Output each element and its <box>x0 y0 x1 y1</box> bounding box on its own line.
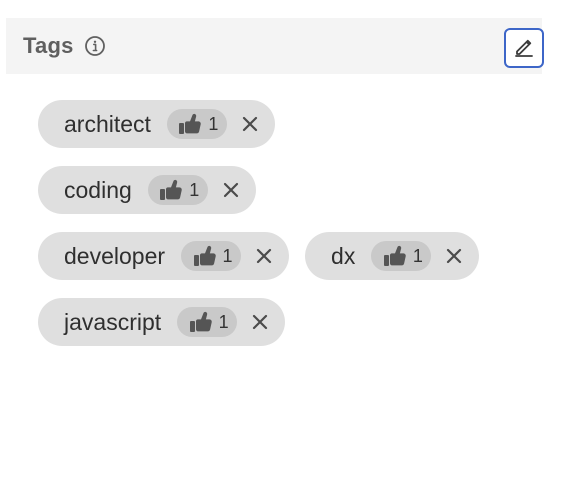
close-icon <box>256 248 272 264</box>
remove-tag-button[interactable] <box>239 113 261 135</box>
panel-header: Tags <box>6 18 544 74</box>
vote-button[interactable]: 1 <box>166 109 227 139</box>
close-icon <box>253 314 268 330</box>
vote-button[interactable]: 1 <box>147 175 208 205</box>
vote-button[interactable]: 1 <box>177 307 238 337</box>
thumbs-up-icon <box>175 110 205 138</box>
tag-row: javascript 1 <box>38 298 538 346</box>
tag-chip-coding: coding 1 <box>38 166 256 214</box>
tag-label: dx <box>331 242 356 269</box>
close-icon <box>447 248 462 264</box>
edit-tags-button[interactable] <box>504 28 544 68</box>
tag-chip-developer: developer 1 <box>38 232 290 280</box>
tag-row: architect 1 <box>38 100 538 148</box>
info-icon[interactable] <box>84 35 106 57</box>
thumbs-up-icon <box>380 242 410 270</box>
close-icon <box>223 182 238 198</box>
title-group: Tags <box>23 32 106 60</box>
panel-title: Tags <box>23 33 74 58</box>
tag-row: developer 1 dx 1 <box>38 232 538 280</box>
thumbs-up-icon <box>156 176 186 204</box>
remove-tag-button[interactable] <box>220 179 242 201</box>
pencil-icon <box>512 35 536 62</box>
remove-tag-button[interactable] <box>249 311 271 333</box>
tag-label: architect <box>64 110 151 137</box>
remove-tag-button[interactable] <box>443 245 465 267</box>
tag-label: developer <box>64 242 166 269</box>
tag-chip-dx: dx 1 <box>305 232 480 280</box>
tag-row: coding 1 <box>38 166 538 214</box>
close-icon <box>242 116 258 132</box>
vote-button[interactable]: 1 <box>181 241 242 271</box>
vote-button[interactable]: 1 <box>371 241 432 271</box>
vote-count: 1 <box>222 246 233 266</box>
remove-tag-button[interactable] <box>253 245 275 267</box>
tags-panel: Tags architect 1 coding 1 developer 1 dx… <box>0 0 578 498</box>
tag-list: architect 1 coding 1 developer 1 dx 1 ja… <box>38 100 538 364</box>
thumbs-up-icon <box>190 242 220 270</box>
vote-count: 1 <box>189 180 200 200</box>
vote-count: 1 <box>218 312 229 332</box>
vote-count: 1 <box>208 114 219 134</box>
thumbs-up-icon <box>186 308 216 336</box>
tag-label: javascript <box>64 308 162 335</box>
tag-chip-javascript: javascript 1 <box>38 298 286 346</box>
tag-chip-architect: architect 1 <box>38 100 275 148</box>
tag-label: coding <box>64 176 132 203</box>
vote-count: 1 <box>412 246 423 266</box>
